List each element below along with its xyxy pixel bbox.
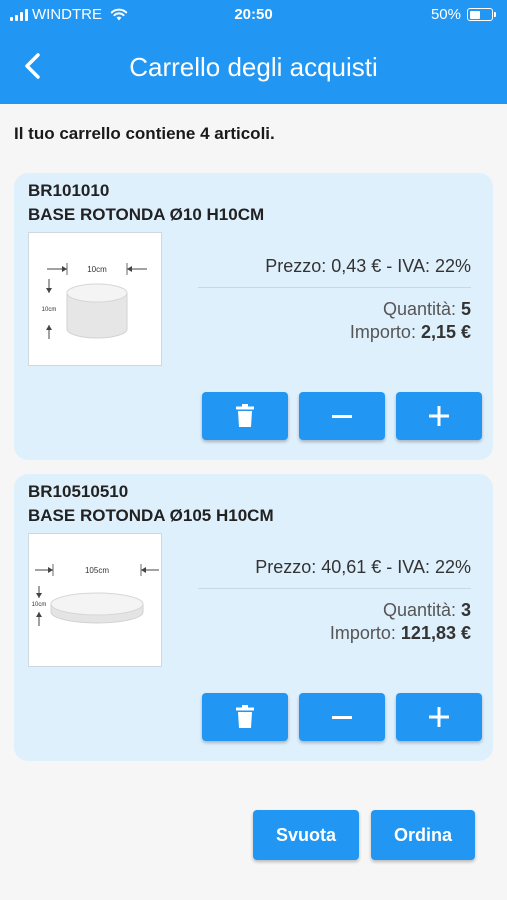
item-total: Importo: 2,15 € bbox=[350, 322, 471, 343]
status-bar: WINDTRE 20:50 50% bbox=[0, 0, 507, 32]
trash-icon bbox=[236, 705, 254, 728]
item-quantity: Quantità: 5 bbox=[383, 299, 471, 320]
empty-cart-button[interactable]: Svuota bbox=[253, 810, 359, 860]
item-name: BASE ROTONDA Ø105 H10CM bbox=[28, 506, 274, 525]
quantity-value: 5 bbox=[460, 299, 471, 319]
height-label: 10cm bbox=[32, 602, 47, 608]
total-label: Importo: bbox=[349, 322, 421, 342]
delete-item-button[interactable] bbox=[202, 693, 288, 741]
minus-icon bbox=[332, 415, 352, 418]
status-right: 50% bbox=[430, 6, 496, 23]
delete-item-button[interactable] bbox=[202, 392, 288, 440]
product-image: 105cm 10cm bbox=[28, 533, 162, 667]
width-label: 105cm bbox=[85, 566, 109, 575]
disc-drawing: 105cm 10cm bbox=[32, 564, 159, 626]
item-price: Prezzo: 40,61 € - IVA: 22% bbox=[255, 557, 471, 577]
item-name: BASE ROTONDA Ø10 H10CM bbox=[28, 205, 265, 224]
divider bbox=[198, 287, 471, 288]
item-total: Importo: 121,83 € bbox=[330, 623, 471, 644]
plus-icon bbox=[429, 707, 449, 727]
trash-icon bbox=[236, 404, 254, 427]
cart-item: BR10510510 BASE ROTONDA Ø105 H10CM 105cm… bbox=[14, 474, 493, 761]
quantity-label: Quantità: bbox=[382, 299, 461, 319]
divider bbox=[198, 588, 471, 589]
width-label: 10cm bbox=[87, 265, 107, 274]
decrease-quantity-button[interactable] bbox=[299, 392, 385, 440]
product-image: 10cm 10cm bbox=[28, 232, 162, 366]
total-value: 121,83 € bbox=[400, 623, 471, 643]
item-code: BR10510510 bbox=[28, 482, 129, 501]
app-header: WINDTRE 20:50 50% Carrello degli acquist… bbox=[0, 0, 507, 104]
battery-icon bbox=[467, 8, 496, 21]
total-value: 2,15 € bbox=[420, 322, 471, 342]
decrease-quantity-button[interactable] bbox=[299, 693, 385, 741]
increase-quantity-button[interactable] bbox=[396, 693, 482, 741]
order-button[interactable]: Ordina bbox=[371, 810, 475, 860]
item-price: Prezzo: 0,43 € - IVA: 22% bbox=[265, 256, 471, 276]
quantity-value: 3 bbox=[460, 600, 471, 620]
item-code: BR101010 bbox=[28, 181, 110, 200]
plus-icon bbox=[429, 406, 449, 426]
cylinder-drawing: 10cm 10cm bbox=[42, 263, 147, 339]
increase-quantity-button[interactable] bbox=[396, 392, 482, 440]
cart-item: BR101010 BASE ROTONDA Ø10 H10CM 10cm 10c… bbox=[14, 173, 493, 460]
item-quantity: Quantità: 3 bbox=[383, 600, 471, 621]
minus-icon bbox=[332, 716, 352, 719]
total-label: Importo: bbox=[329, 623, 401, 643]
page-title: Carrello degli acquisti bbox=[129, 52, 378, 82]
cart-summary: Il tuo carrello contiene 4 articoli. bbox=[14, 124, 275, 143]
battery-percent: 50% bbox=[430, 6, 461, 23]
height-label: 10cm bbox=[42, 307, 57, 313]
quantity-label: Quantità: bbox=[382, 600, 461, 620]
